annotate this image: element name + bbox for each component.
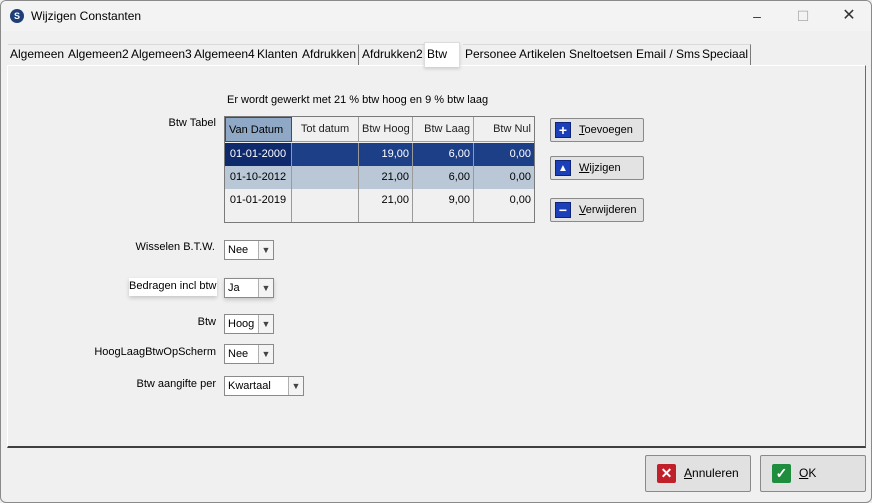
cell-btw-laag: 9,00 [413, 189, 474, 222]
wisselen-btw-label: Wisselen B.T.W. [135, 241, 215, 253]
wisselen-btw-select[interactable]: Nee ▼ [224, 240, 274, 260]
close-button[interactable]: ✕ [826, 1, 871, 31]
verwijderen-label: erwijderen [585, 204, 637, 216]
cell-btw-nul: 0,00 [509, 171, 531, 183]
tab-email-sms[interactable]: Email / Sms [634, 44, 704, 65]
btw-table[interactable]: Van Datum Tot datum Btw Hoog Btw Laag Bt… [224, 116, 535, 223]
btw-value: Hoog [228, 318, 255, 330]
chevron-down-icon[interactable]: ▼ [258, 241, 273, 259]
hooglaagbtwopscherm-label: HoogLaagBtwOpScherm [94, 346, 216, 358]
title-bar: S Wijzigen Constanten – ☐ ✕ [1, 1, 871, 31]
table-row[interactable]: 01-10-2012 21,00 6,00 0,00 [225, 166, 534, 189]
hooglaagbtwopscherm-select[interactable]: Nee ▼ [224, 344, 274, 364]
wijzigen-accel: W [579, 162, 590, 174]
triangle-up-icon: ▲ [555, 160, 571, 176]
tab-afdrukken[interactable]: Afdrukken [300, 44, 360, 65]
cell-tot-datum [292, 166, 359, 189]
btw-info-text: Er wordt gewerkt met 21 % btw hoog en 9 … [227, 94, 489, 106]
tab-personeel[interactable]: Personeel [463, 44, 523, 65]
chevron-down-icon[interactable]: ▼ [288, 377, 303, 395]
maximize-button[interactable]: ☐ [780, 1, 826, 31]
ok-accel: O [799, 466, 809, 480]
annuleren-accel: A [684, 466, 693, 480]
bedragen-incl-btw-select[interactable]: Ja ▼ [224, 278, 274, 298]
wijzigen-button[interactable]: ▲ Wijzigen [550, 156, 644, 180]
cell-tot-datum [292, 143, 359, 166]
toevoegen-label: oevoegen [584, 124, 633, 136]
tab-klanten[interactable]: Klanten [255, 44, 301, 65]
bedragen-incl-btw-value: Ja [228, 282, 240, 294]
btw-aangifte-per-select[interactable]: Kwartaal ▼ [224, 376, 304, 396]
btw-label: Btw [197, 316, 216, 328]
cell-btw-hoog: 19,00 [359, 143, 413, 166]
column-header-btw-hoog[interactable]: Btw Hoog [359, 117, 413, 142]
tab-btw[interactable]: Btw [424, 42, 460, 67]
minus-icon: − [555, 202, 571, 218]
cell-btw-nul: 0,00 [509, 148, 531, 160]
cell-btw-laag: 6,00 [413, 166, 474, 189]
tab-afdrukken2[interactable]: Afdrukken2 [360, 44, 426, 65]
tab-speciaal[interactable]: Speciaal [700, 44, 752, 65]
tab-algemeen4[interactable]: Algemeen4 [192, 44, 258, 65]
column-header-van-datum[interactable]: Van Datum [225, 117, 292, 142]
btw-select[interactable]: Hoog ▼ [224, 314, 274, 334]
cell-tot-datum [292, 189, 359, 222]
cell-btw-laag: 6,00 [413, 143, 474, 166]
tab-algemeen3[interactable]: Algemeen3 [129, 44, 195, 65]
x-icon: ✕ [657, 464, 676, 483]
toevoegen-button[interactable]: + Toevoegen [550, 118, 644, 142]
column-header-btw-nul[interactable]: Btw Nul [474, 117, 534, 142]
tab-algemeen2[interactable]: Algemeen2 [66, 44, 132, 65]
verwijderen-accel: V [579, 204, 586, 216]
chevron-down-icon[interactable]: ▼ [258, 315, 273, 333]
app-logo-icon: S [10, 9, 24, 23]
verwijderen-button[interactable]: − Verwijderen [550, 198, 644, 222]
cell-van-datum: 01-01-2000 [225, 143, 292, 166]
tab-strip: Algemeen Algemeen2 Algemeen3 Algemeen4 K… [8, 42, 868, 67]
cell-van-datum: 01-01-2019 [225, 189, 292, 222]
ok-button[interactable]: ✓ OK [760, 455, 866, 492]
tab-artikelen[interactable]: Artikelen [517, 44, 569, 65]
ok-label: K [808, 466, 817, 480]
tab-algemeen[interactable]: Algemeen [8, 44, 68, 65]
dialog-window: S Wijzigen Constanten – ☐ ✕ Algemeen Alg… [0, 0, 872, 503]
wijzigen-label: ijzigen [589, 162, 621, 174]
annuleren-button[interactable]: ✕ Annuleren [645, 455, 751, 492]
cell-btw-hoog: 21,00 [359, 189, 413, 222]
btw-aangifte-per-label: Btw aangifte per [136, 378, 217, 390]
column-header-tot-datum[interactable]: Tot datum [292, 117, 359, 142]
wisselen-btw-value: Nee [228, 244, 249, 256]
check-icon: ✓ [772, 464, 791, 483]
tab-sneltoetsen[interactable]: Sneltoetsen [567, 44, 636, 65]
cell-van-datum: 01-10-2012 [225, 166, 292, 189]
hooglaagbtwopscherm-value: Nee [228, 348, 249, 360]
btw-tabel-label: Btw Tabel [168, 117, 217, 129]
table-header: Van Datum Tot datum Btw Hoog Btw Laag Bt… [225, 117, 534, 142]
cell-btw-nul: 0,00 [509, 194, 531, 206]
chevron-down-icon[interactable]: ▼ [258, 345, 273, 363]
btw-aangifte-per-value: Kwartaal [228, 380, 271, 392]
column-header-btw-laag[interactable]: Btw Laag [413, 117, 474, 142]
window-title: Wijzigen Constanten [31, 9, 142, 23]
bedragen-incl-btw-label: Bedragen incl btw [129, 278, 217, 296]
minimize-button[interactable]: – [734, 1, 780, 31]
plus-icon: + [555, 122, 571, 138]
table-row[interactable]: 01-01-2000 19,00 6,00 0,00 [225, 143, 534, 166]
chevron-down-icon[interactable]: ▼ [258, 279, 273, 297]
annuleren-label: nnuleren [692, 466, 739, 480]
cell-btw-hoog: 21,00 [359, 166, 413, 189]
table-row[interactable]: 01-01-2019 21,00 9,00 0,00 [225, 189, 534, 222]
